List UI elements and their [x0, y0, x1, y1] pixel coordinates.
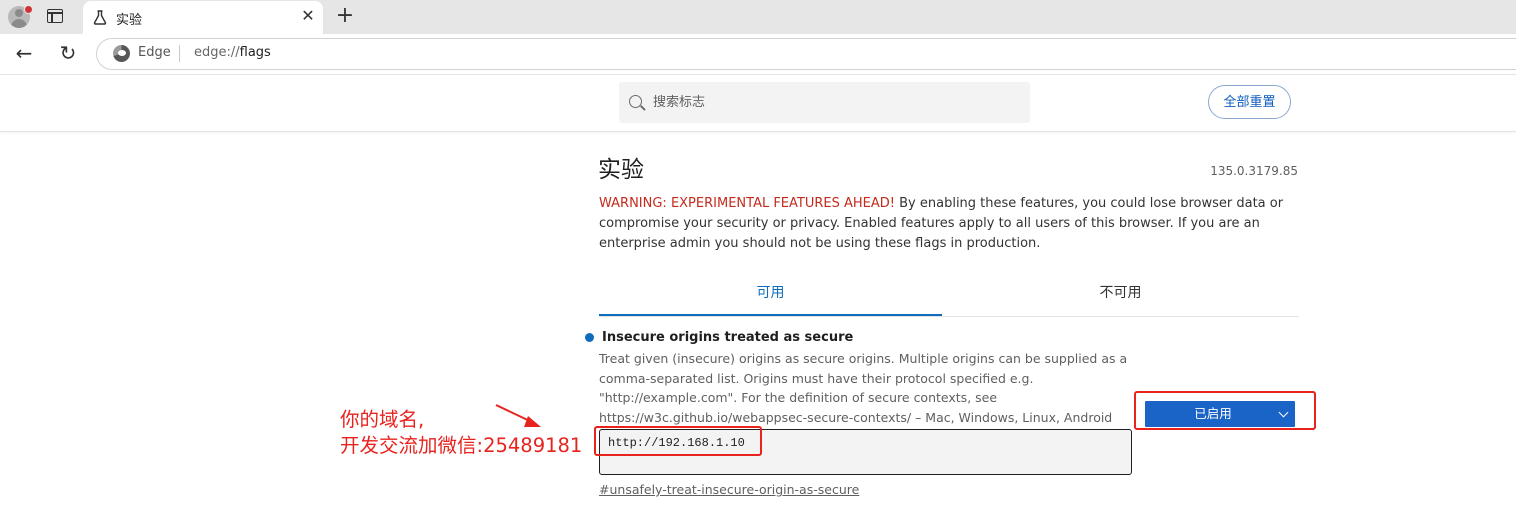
- warning-heading: WARNING: EXPERIMENTAL FEATURES AHEAD!: [599, 196, 895, 211]
- page-title: 实验: [598, 157, 644, 183]
- reload-button[interactable]: ↻: [56, 41, 80, 65]
- annotation-line-2: 开发交流加微信:25489181: [340, 434, 583, 457]
- address-bar[interactable]: Edge edge://flags: [96, 38, 1516, 70]
- annotation-line-1: 你的域名,: [340, 408, 425, 431]
- annotation-text: 你的域名, 开发交流加微信:25489181: [340, 407, 582, 459]
- browser-tab-flags[interactable]: 实验 ✕: [83, 1, 323, 34]
- new-tab-button[interactable]: +: [334, 4, 356, 28]
- flags-tabs: 可用 不可用: [599, 272, 1299, 317]
- url-scheme: edge://: [194, 45, 240, 60]
- url-host: flags: [239, 45, 271, 60]
- vertical-tabs-icon[interactable]: [47, 9, 63, 23]
- search-input[interactable]: [653, 92, 1013, 112]
- tab-title: 实验: [116, 13, 143, 28]
- annotation-box-origin: [594, 426, 762, 456]
- annotation-box-select: [1134, 391, 1316, 430]
- flag-modified-indicator: [585, 333, 594, 342]
- search-box[interactable]: [619, 82, 1030, 123]
- reset-all-button[interactable]: 全部重置: [1208, 85, 1291, 119]
- profile-notification-badge: [24, 5, 33, 14]
- tab-available[interactable]: 可用: [599, 272, 942, 316]
- omnibox-label: Edge: [138, 45, 171, 60]
- flags-header: 全部重置: [0, 75, 1516, 132]
- flag-description: Treat given (insecure) origins as secure…: [599, 351, 1128, 425]
- omnibox-divider: [179, 45, 180, 62]
- browser-toolbar: ← ↻ Edge edge://flags: [0, 34, 1516, 75]
- flag-permalink[interactable]: #unsafely-treat-insecure-origin-as-secur…: [599, 482, 859, 497]
- back-button[interactable]: ←: [12, 41, 36, 65]
- search-icon: [629, 95, 642, 108]
- flask-icon: [93, 10, 107, 25]
- avatar-head: [15, 9, 23, 17]
- close-tab-icon[interactable]: ✕: [299, 7, 317, 25]
- omnibox-url[interactable]: edge://flags: [194, 45, 271, 60]
- warning-message: WARNING: EXPERIMENTAL FEATURES AHEAD! By…: [599, 194, 1299, 254]
- flag-title: Insecure origins treated as secure: [602, 330, 854, 345]
- edge-logo-icon: [113, 45, 130, 62]
- tab-strip: 实验 ✕ +: [0, 0, 1516, 34]
- version-label: 135.0.3179.85: [1210, 164, 1298, 178]
- tab-unavailable[interactable]: 不可用: [942, 272, 1299, 314]
- avatar-body: [11, 19, 27, 28]
